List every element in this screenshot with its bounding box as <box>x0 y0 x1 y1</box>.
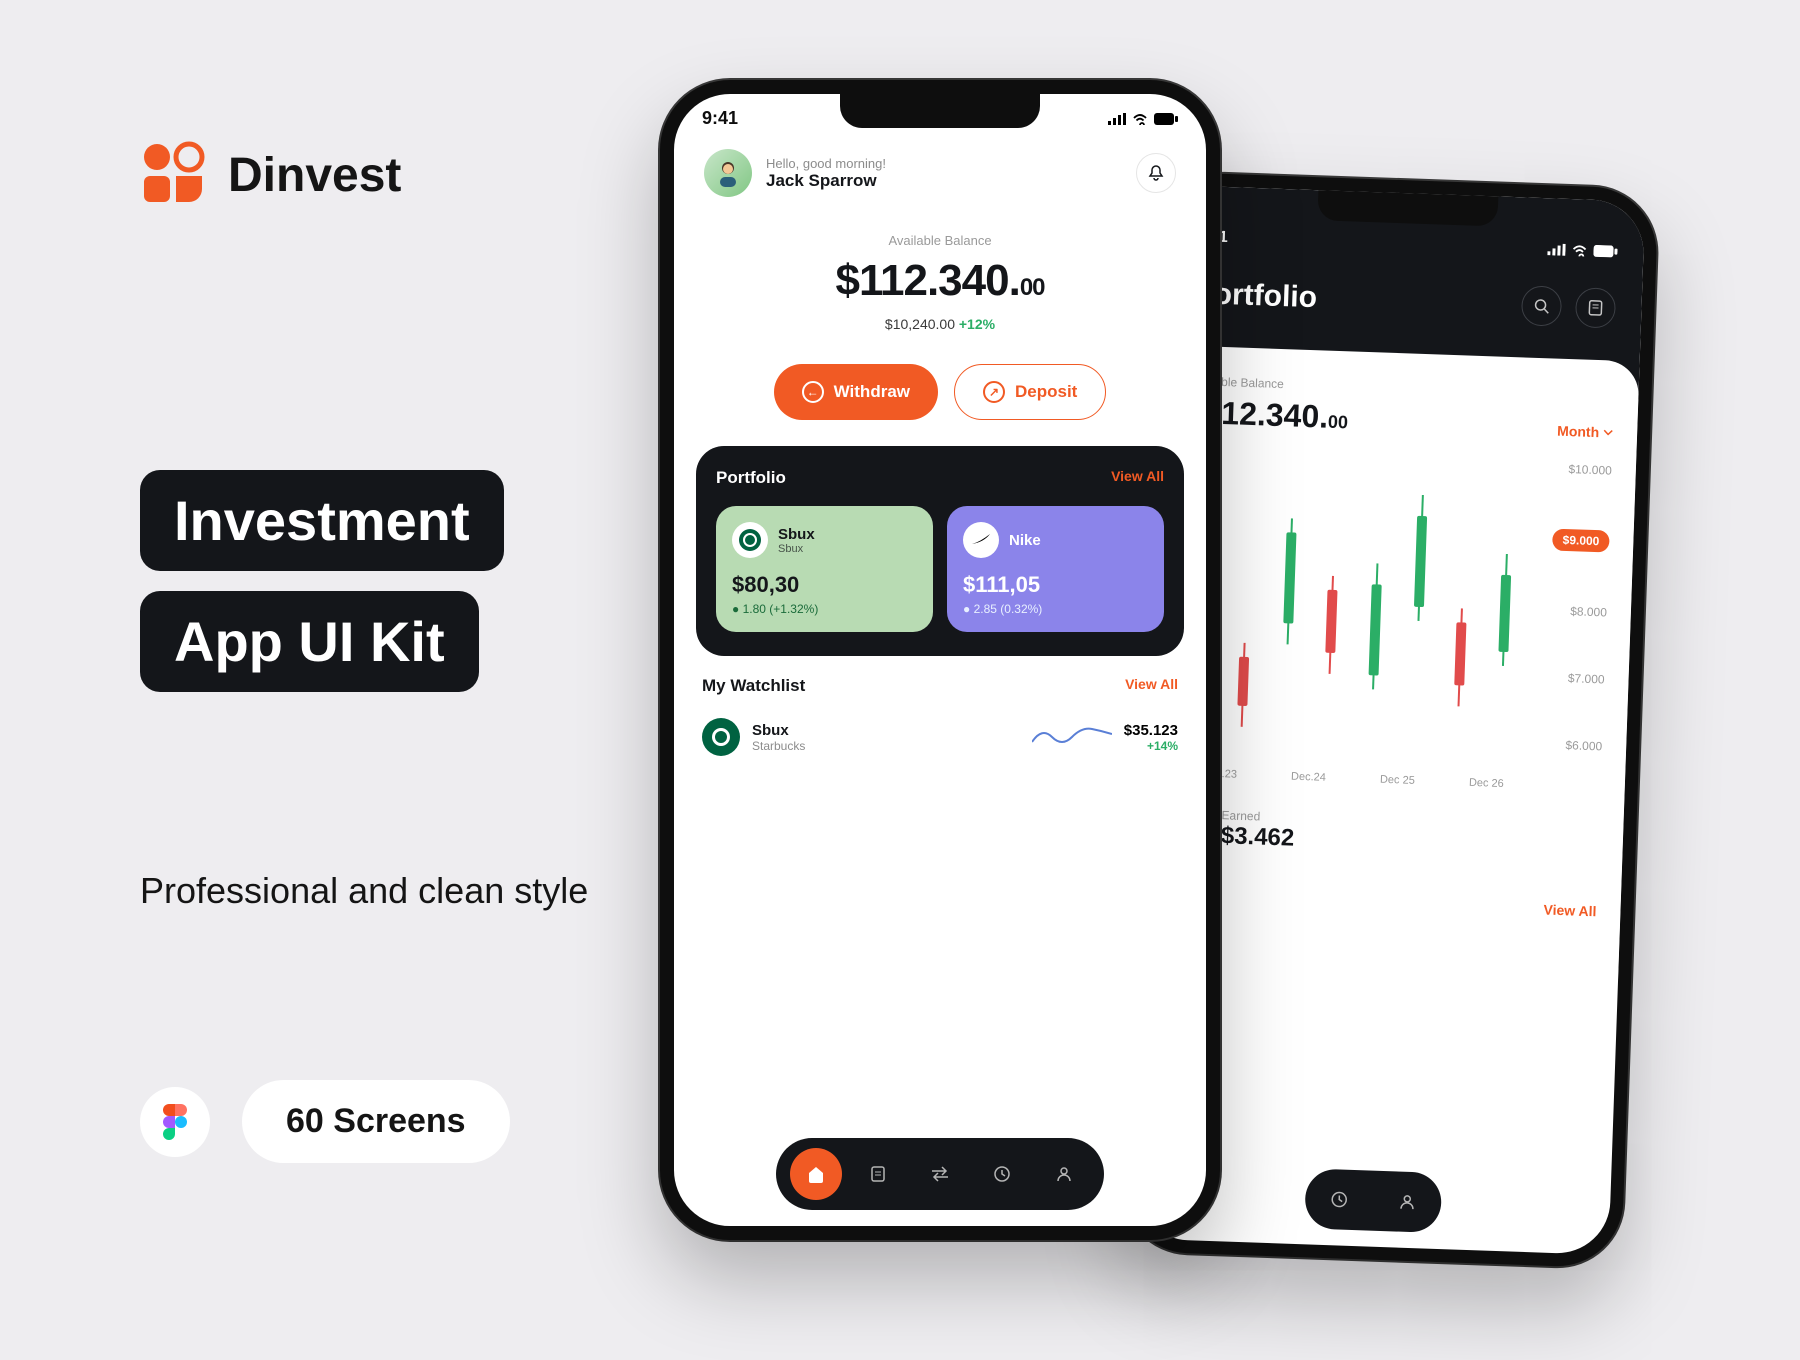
search-button[interactable] <box>1521 285 1562 326</box>
portfolio-view-all-link[interactable]: View All <box>1170 888 1596 919</box>
earned-row: Earned $3.462 <box>1172 807 1599 864</box>
candle <box>1452 468 1472 748</box>
wifi-icon <box>1571 244 1587 257</box>
clock-icon <box>993 1165 1011 1183</box>
search-icon <box>1533 298 1550 315</box>
action-row: ← Withdraw ↗ Deposit <box>674 342 1206 446</box>
candle <box>1495 470 1515 750</box>
withdraw-button[interactable]: ← Withdraw <box>774 364 938 420</box>
bottom-nav <box>776 1138 1104 1210</box>
balance-value: $112.340.00 <box>694 256 1186 306</box>
balance-block: Available Balance $112.340.00 $10,240.00… <box>674 209 1206 342</box>
brand-block: Dinvest <box>140 140 401 210</box>
subheadline: Professional and clean style <box>140 870 588 912</box>
phone-home-mockup: 9:41 Hello, good morning! Jack Sparrow A… <box>660 80 1220 1240</box>
headline: Investment App UI Kit <box>140 470 504 692</box>
y-axis-tick: $8.000 <box>1570 604 1607 619</box>
balance-sub-pct: +12% <box>959 316 995 332</box>
footer-row: 60 Screens <box>140 1080 510 1163</box>
headline-line2: App UI Kit <box>140 591 479 692</box>
headline-line1: Investment <box>140 470 504 571</box>
portfolio-view-all-link[interactable]: View All <box>1111 468 1164 488</box>
y-axis-tick: $10.000 <box>1568 462 1612 478</box>
portfolio-card: Portfolio View All Sbux Sbux $80,30 ● 1.… <box>696 446 1184 656</box>
candle <box>1409 467 1429 747</box>
stock-card-nike[interactable]: Nike $111,05 ● 2.85 (0.32%) <box>947 506 1164 632</box>
period-selector[interactable]: Month <box>1557 423 1614 441</box>
battery-icon <box>1154 113 1178 125</box>
x-axis-tick: Dec 25 <box>1380 774 1415 787</box>
candle <box>1236 461 1256 741</box>
y-axis-tick: $9.000 <box>1552 529 1609 553</box>
x-axis-tick: Dec.24 <box>1291 771 1326 784</box>
username: Jack Sparrow <box>766 171 886 191</box>
x-axis-tick: Dec 26 <box>1469 777 1504 790</box>
nav-history-button[interactable] <box>976 1148 1028 1200</box>
candle <box>1323 464 1343 744</box>
nav-home-button[interactable] <box>790 1148 842 1200</box>
greeting-text: Hello, good morning! <box>766 156 886 171</box>
brand-name: Dinvest <box>228 148 401 203</box>
nav-profile-button[interactable] <box>1384 1179 1430 1225</box>
battery-icon <box>1593 245 1617 258</box>
candlestick-chart[interactable]: $10.000$9.000$8.000$7.000$6.000 Dec.23De… <box>1175 449 1612 794</box>
earned-value: $3.462 <box>1220 822 1294 853</box>
receipt-button[interactable] <box>1575 287 1616 328</box>
phone-notch <box>1317 188 1498 226</box>
arrow-left-icon: ← <box>802 381 824 403</box>
transfer-icon <box>930 1165 950 1183</box>
receipt-icon <box>1588 300 1603 316</box>
chevron-down-icon <box>1603 429 1613 435</box>
home-header: Hello, good morning! Jack Sparrow <box>674 129 1206 209</box>
signal-icon <box>1547 243 1565 256</box>
nike-icon <box>963 522 999 558</box>
figma-icon <box>140 1087 210 1157</box>
user-icon <box>1398 1193 1417 1212</box>
notifications-button[interactable] <box>1136 153 1176 193</box>
screens-count-pill: 60 Screens <box>242 1080 510 1163</box>
document-icon <box>869 1165 887 1183</box>
user-icon <box>1055 1165 1073 1183</box>
deposit-button[interactable]: ↗ Deposit <box>954 364 1106 420</box>
brand-logo-icon <box>140 140 210 210</box>
stock-card-sbux[interactable]: Sbux Sbux $80,30 ● 1.80 (+1.32%) <box>716 506 933 632</box>
y-axis-tick: $6.000 <box>1565 738 1602 753</box>
portfolio-title: Portfolio <box>716 468 786 488</box>
nav-history-button[interactable] <box>1316 1177 1362 1223</box>
sparkline-icon <box>1032 722 1112 752</box>
bottom-nav <box>1304 1168 1442 1233</box>
balance-label: Available Balance <box>694 233 1186 248</box>
nav-docs-button[interactable] <box>852 1148 904 1200</box>
watchlist-section: My Watchlist View All Sbux Starbucks $35… <box>674 656 1206 814</box>
nav-profile-button[interactable] <box>1038 1148 1090 1200</box>
candle <box>1366 465 1386 745</box>
balance-sub-amount: $10,240.00 <box>885 316 955 332</box>
arrow-up-right-icon: ↗ <box>983 381 1005 403</box>
watchlist-view-all-link[interactable]: View All <box>1125 676 1178 696</box>
avatar[interactable] <box>704 149 752 197</box>
watchlist-title: My Watchlist <box>702 676 805 696</box>
wifi-icon <box>1132 113 1148 125</box>
phone-notch <box>840 92 1040 128</box>
clock-icon <box>1330 1190 1349 1209</box>
candle <box>1279 462 1299 742</box>
nav-transfer-button[interactable] <box>914 1148 966 1200</box>
status-time: 9:41 <box>702 108 738 129</box>
home-icon <box>806 1164 826 1184</box>
starbucks-icon <box>732 522 768 558</box>
signal-icon <box>1108 113 1126 125</box>
status-bar: 9:41 <box>1195 228 1617 261</box>
starbucks-icon <box>702 718 740 756</box>
bell-icon <box>1147 164 1165 182</box>
y-axis-tick: $7.000 <box>1568 671 1605 686</box>
watchlist-item[interactable]: Sbux Starbucks $35.123 +14% <box>702 710 1178 764</box>
